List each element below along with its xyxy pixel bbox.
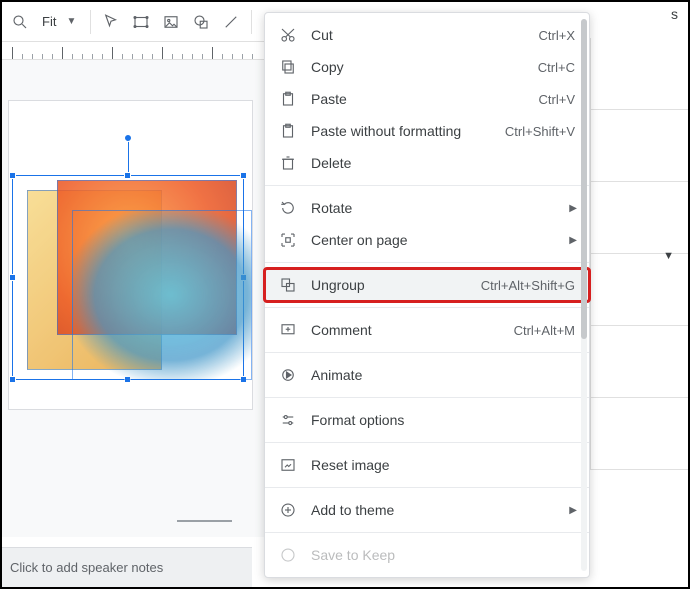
chevron-down-icon[interactable]: ▼ — [663, 250, 674, 262]
menu-center-on-page[interactable]: Center on page ▶ — [265, 224, 589, 256]
menu-separator — [265, 487, 589, 488]
menu-rotate[interactable]: Rotate ▶ — [265, 192, 589, 224]
search-icon[interactable] — [6, 8, 34, 36]
chevron-down-icon: ▼ — [66, 16, 76, 27]
chevron-right-icon: ▶ — [569, 235, 577, 246]
toolbar-separator — [251, 10, 252, 34]
menu-paste-without-formatting[interactable]: Paste without formatting Ctrl+Shift+V — [265, 115, 589, 147]
zoom-label: Fit — [36, 14, 62, 29]
menu-save-to-keep[interactable]: Save to Keep — [265, 539, 589, 571]
resize-handle[interactable] — [124, 172, 131, 179]
menu-label: Center on page — [311, 232, 575, 248]
panel-cell — [590, 110, 688, 182]
menu-separator — [265, 532, 589, 533]
toolbar-separator — [90, 10, 91, 34]
chevron-right-icon: ▶ — [569, 203, 577, 214]
paste-no-format-icon — [279, 122, 297, 140]
shape-tool-icon[interactable] — [187, 8, 215, 36]
menu-shortcut: Ctrl+C — [538, 60, 575, 75]
menu-label: Format options — [311, 412, 575, 428]
menu-cut[interactable]: Cut Ctrl+X — [265, 19, 589, 51]
menu-comment[interactable]: Comment Ctrl+Alt+M — [265, 314, 589, 346]
panel-cell — [590, 254, 688, 326]
menu-label: Comment — [311, 322, 500, 338]
cut-icon — [279, 26, 297, 44]
ungroup-icon — [279, 276, 297, 294]
select-tool-icon[interactable] — [97, 8, 125, 36]
menu-label: Cut — [311, 27, 525, 43]
slide-divider — [177, 520, 232, 522]
image-tool-icon[interactable] — [157, 8, 185, 36]
textbox-tool-icon[interactable] — [127, 8, 155, 36]
add-to-theme-icon — [279, 501, 297, 519]
zoom-dropdown[interactable]: Fit ▼ — [36, 14, 76, 29]
menu-paste[interactable]: Paste Ctrl+V — [265, 83, 589, 115]
menu-label: Rotate — [311, 200, 575, 216]
rotate-icon — [279, 199, 297, 217]
center-icon — [279, 231, 297, 249]
menu-animate[interactable]: Animate — [265, 359, 589, 391]
rotation-handle[interactable] — [124, 134, 132, 142]
keep-icon — [279, 546, 297, 564]
menu-label: Paste without formatting — [311, 123, 491, 139]
paste-icon — [279, 90, 297, 108]
menu-separator — [265, 185, 589, 186]
menu-separator — [265, 352, 589, 353]
menu-label: Animate — [311, 367, 575, 383]
panel-cell — [590, 38, 688, 110]
menu-ungroup[interactable]: Ungroup Ctrl+Alt+Shift+G — [265, 269, 589, 301]
menu-reset-image[interactable]: Reset image — [265, 449, 589, 481]
line-tool-icon[interactable] — [217, 8, 245, 36]
comment-icon — [279, 321, 297, 339]
context-menu: Cut Ctrl+X Copy Ctrl+C Paste Ctrl+V Past… — [264, 12, 590, 578]
menu-shortcut: Ctrl+Alt+Shift+G — [481, 278, 575, 293]
menu-delete[interactable]: Delete — [265, 147, 589, 179]
format-options-icon — [279, 411, 297, 429]
selected-image-layer[interactable] — [72, 210, 252, 380]
speaker-notes-placeholder: Click to add speaker notes — [10, 560, 163, 575]
menu-add-to-theme[interactable]: Add to theme ▶ — [265, 494, 589, 526]
menu-shortcut: Ctrl+Shift+V — [505, 124, 575, 139]
menu-shortcut: Ctrl+V — [539, 92, 575, 107]
menu-scrollbar-thumb[interactable] — [581, 19, 587, 339]
slide-canvas-area[interactable] — [2, 60, 264, 537]
menu-label: Add to theme — [311, 502, 575, 518]
panel-cell — [590, 398, 688, 470]
menu-shortcut: Ctrl+Alt+M — [514, 323, 575, 338]
menu-separator — [265, 397, 589, 398]
reset-image-icon — [279, 456, 297, 474]
menu-label: Copy — [311, 59, 524, 75]
menu-label: Paste — [311, 91, 525, 107]
menu-label: Delete — [311, 155, 575, 171]
delete-icon — [279, 154, 297, 172]
rotation-line — [128, 141, 129, 172]
copy-icon — [279, 58, 297, 76]
resize-handle[interactable] — [9, 274, 16, 281]
panel-cell — [590, 182, 688, 254]
chevron-right-icon: ▶ — [569, 505, 577, 516]
menu-separator — [265, 262, 589, 263]
resize-handle[interactable] — [240, 172, 247, 179]
panel-cell — [590, 326, 688, 398]
resize-handle[interactable] — [9, 376, 16, 383]
menu-shortcut: Ctrl+X — [539, 28, 575, 43]
menu-label: Reset image — [311, 457, 575, 473]
menu-separator — [265, 307, 589, 308]
menu-separator — [265, 442, 589, 443]
menu-label: Ungroup — [311, 277, 467, 293]
right-panel: s — [590, 2, 688, 587]
animate-icon — [279, 366, 297, 384]
resize-handle[interactable] — [9, 172, 16, 179]
menu-label: Save to Keep — [311, 547, 575, 563]
menu-copy[interactable]: Copy Ctrl+C — [265, 51, 589, 83]
speaker-notes[interactable]: Click to add speaker notes — [2, 547, 252, 587]
menu-format-options[interactable]: Format options — [265, 404, 589, 436]
panel-fragment-text: s — [590, 2, 688, 38]
